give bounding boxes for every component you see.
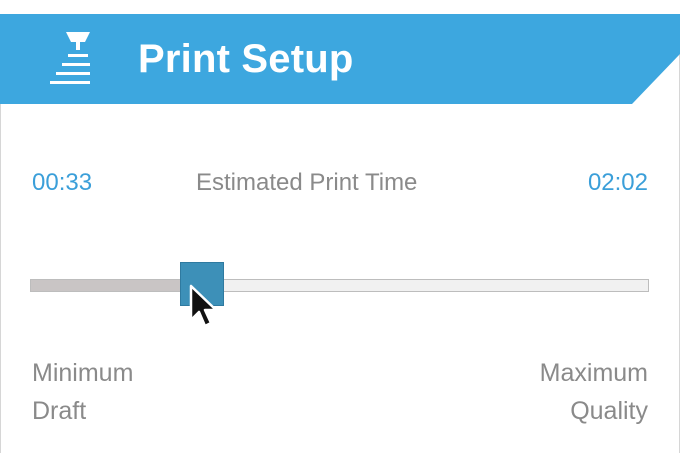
quality-label: Quality <box>570 397 648 425</box>
max-time-value: 02:02 <box>587 169 648 196</box>
mouse-cursor-icon <box>189 284 218 328</box>
min-time-value: 00:33 <box>32 169 93 196</box>
slider-fill <box>31 280 182 291</box>
minimum-draft-label: Minimum Draft <box>32 354 133 430</box>
estimated-time-label: Estimated Print Time <box>196 169 418 196</box>
page-title: Print Setup <box>138 37 354 81</box>
maximum-quality-label: Maximum Quality <box>540 354 648 430</box>
printer-icon <box>50 32 90 84</box>
print-setup-panel: Print Setup 00:33 Estimated Print Time 0… <box>0 0 680 453</box>
panel-header: Print Setup <box>0 14 680 104</box>
minimum-label: Minimum <box>32 359 134 387</box>
estimated-time-row: 00:33 Estimated Print Time 02:02 <box>0 165 680 201</box>
draft-label: Draft <box>32 397 87 425</box>
maximum-label: Maximum <box>539 359 648 387</box>
quality-slider[interactable] <box>30 260 650 312</box>
